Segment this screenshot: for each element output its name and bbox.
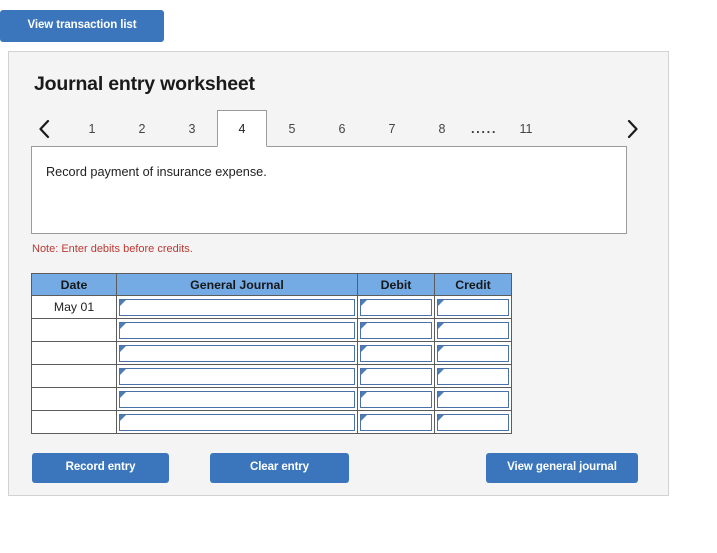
credit-input[interactable] — [437, 367, 509, 385]
column-header-credit: Credit — [434, 273, 512, 296]
transaction-description-box: Record payment of insurance expense. — [31, 146, 627, 234]
debit-cell[interactable] — [357, 318, 435, 342]
table-header: Date General Journal Debit Credit — [31, 273, 512, 296]
date-cell[interactable] — [31, 318, 117, 342]
chevron-left-icon[interactable] — [31, 110, 57, 147]
debit-input[interactable] — [360, 321, 432, 339]
column-header-general-journal: General Journal — [116, 273, 358, 296]
debits-before-credits-note: Note: Enter debits before credits. — [32, 243, 193, 255]
debit-cell[interactable] — [357, 364, 435, 388]
credit-cell[interactable] — [434, 387, 512, 411]
general-journal-cell[interactable] — [116, 387, 358, 411]
credit-input[interactable] — [437, 390, 509, 408]
general-journal-cell[interactable] — [116, 318, 358, 342]
debit-input[interactable] — [360, 298, 432, 316]
credit-input[interactable] — [437, 321, 509, 339]
credit-cell[interactable] — [434, 318, 512, 342]
credit-input[interactable] — [437, 413, 509, 431]
date-cell[interactable] — [31, 341, 117, 365]
tab-label: 7 — [388, 121, 396, 136]
table-header-row: Date General Journal Debit Credit — [31, 273, 512, 296]
table-row — [31, 387, 512, 411]
general-journal-cell[interactable] — [116, 341, 358, 365]
debit-input[interactable] — [360, 390, 432, 408]
tab-7[interactable]: 7 — [367, 110, 417, 147]
tab-label: 3 — [188, 121, 196, 136]
record-entry-button[interactable]: Record entry — [32, 453, 169, 483]
debit-cell[interactable] — [357, 410, 435, 434]
date-cell[interactable] — [31, 364, 117, 388]
general-journal-input[interactable] — [119, 321, 355, 339]
table-body: May 01 — [31, 295, 512, 434]
table-row — [31, 318, 512, 342]
debit-cell[interactable] — [357, 295, 435, 319]
view-general-journal-button[interactable]: View general journal — [486, 453, 638, 483]
debit-cell[interactable] — [357, 387, 435, 411]
transaction-description-text: Record payment of insurance expense. — [46, 165, 267, 179]
date-cell[interactable] — [31, 387, 117, 411]
page-title: Journal entry worksheet — [34, 73, 255, 95]
credit-cell[interactable] — [434, 364, 512, 388]
date-cell[interactable]: May 01 — [31, 295, 117, 319]
debit-cell[interactable] — [357, 341, 435, 365]
general-journal-input[interactable] — [119, 298, 355, 316]
worksheet-tabs: 1 2 3 4 5 6 7 8 ..... 11 — [31, 110, 645, 147]
clear-entry-button[interactable]: Clear entry — [210, 453, 349, 483]
tab-3[interactable]: 3 — [167, 110, 217, 147]
tab-label: 4 — [238, 121, 246, 136]
general-journal-table: Date General Journal Debit Credit May 01 — [31, 273, 512, 434]
general-journal-input[interactable] — [119, 344, 355, 362]
tab-6[interactable]: 6 — [317, 110, 367, 147]
tab-2[interactable]: 2 — [117, 110, 167, 147]
tab-label: 11 — [519, 121, 533, 136]
general-journal-cell[interactable] — [116, 295, 358, 319]
table-row: May 01 — [31, 295, 512, 319]
debit-input[interactable] — [360, 344, 432, 362]
tab-label: ..... — [470, 121, 498, 136]
debit-input[interactable] — [360, 413, 432, 431]
table-row — [31, 364, 512, 388]
credit-cell[interactable] — [434, 295, 512, 319]
general-journal-cell[interactable] — [116, 410, 358, 434]
date-cell[interactable] — [31, 410, 117, 434]
tab-label: 5 — [288, 121, 296, 136]
tab-label: 1 — [88, 121, 96, 136]
credit-input[interactable] — [437, 298, 509, 316]
tab-label: 2 — [138, 121, 146, 136]
chevron-right-icon[interactable] — [619, 110, 645, 147]
tab-11[interactable]: 11 — [501, 110, 551, 147]
tab-1[interactable]: 1 — [67, 110, 117, 147]
tab-5[interactable]: 5 — [267, 110, 317, 147]
tab-list: 1 2 3 4 5 6 7 8 ..... 11 — [67, 110, 551, 147]
table-row — [31, 341, 512, 365]
column-header-debit: Debit — [357, 273, 435, 296]
general-journal-cell[interactable] — [116, 364, 358, 388]
tab-label: 6 — [338, 121, 346, 136]
general-journal-input[interactable] — [119, 390, 355, 408]
general-journal-input[interactable] — [119, 367, 355, 385]
credit-cell[interactable] — [434, 410, 512, 434]
credit-cell[interactable] — [434, 341, 512, 365]
tab-label: 8 — [438, 121, 446, 136]
general-journal-input[interactable] — [119, 413, 355, 431]
credit-input[interactable] — [437, 344, 509, 362]
tab-overflow-ellipsis: ..... — [467, 110, 501, 147]
debit-input[interactable] — [360, 367, 432, 385]
column-header-date: Date — [31, 273, 117, 296]
tab-8[interactable]: 8 — [417, 110, 467, 147]
journal-entry-worksheet-panel: Journal entry worksheet 1 2 3 4 5 6 7 8 … — [8, 51, 669, 496]
view-transaction-list-button[interactable]: View transaction list — [0, 10, 164, 42]
top-toolbar: View transaction list — [0, 10, 164, 42]
table-row — [31, 410, 512, 434]
tab-4[interactable]: 4 — [217, 110, 267, 147]
